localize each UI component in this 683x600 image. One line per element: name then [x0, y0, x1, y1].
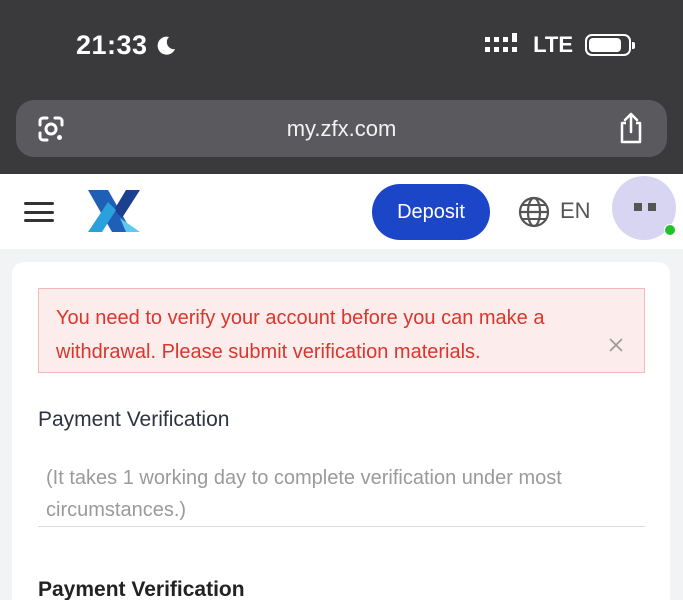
globe-icon[interactable] — [518, 196, 550, 228]
network-type: LTE — [533, 32, 573, 57]
app-header: Deposit EN — [0, 174, 683, 249]
url-text: my.zfx.com — [286, 115, 397, 141]
close-icon[interactable] — [608, 337, 624, 353]
time-text: 21:33 — [76, 30, 148, 60]
deposit-button[interactable]: Deposit — [372, 184, 490, 240]
menu-icon[interactable] — [24, 202, 54, 222]
alert-message: You need to verify your account before y… — [56, 307, 545, 363]
zfx-logo[interactable] — [86, 188, 142, 234]
share-icon[interactable] — [617, 112, 645, 144]
browser-chrome: 21:33 LTE my.zfx.com — [0, 0, 683, 174]
signal-icon — [485, 33, 518, 52]
language-selector[interactable]: EN — [560, 198, 591, 224]
divider — [38, 526, 645, 527]
subsection-title: Payment Verification — [38, 578, 245, 600]
avatar-eye — [648, 203, 656, 211]
moon-icon — [157, 36, 175, 55]
section-title: Payment Verification — [38, 408, 230, 431]
battery-icon — [585, 34, 635, 56]
status-indicators: LTE — [485, 32, 635, 58]
verification-alert: You need to verify your account before y… — [38, 288, 645, 373]
status-time: 21:33 — [76, 30, 178, 61]
google-lens-icon[interactable] — [36, 114, 66, 144]
verification-card: You need to verify your account before y… — [12, 262, 670, 600]
avatar-eye — [634, 203, 642, 211]
address-bar[interactable]: my.zfx.com — [16, 100, 667, 157]
verification-hint: (It takes 1 working day to complete veri… — [46, 467, 562, 521]
avatar[interactable] — [612, 176, 676, 240]
online-status-dot — [664, 224, 676, 236]
